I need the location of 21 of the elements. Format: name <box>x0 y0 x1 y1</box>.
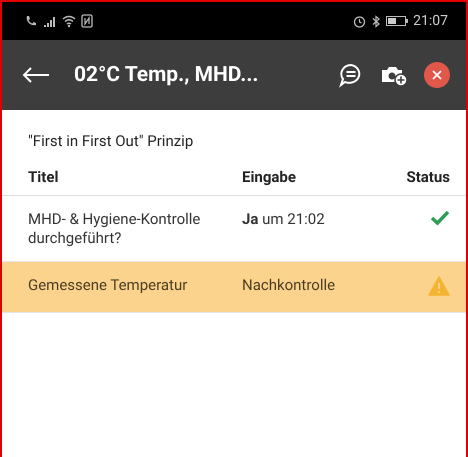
alarm-icon <box>353 14 366 28</box>
table-cell-text: Nachkontrolle <box>242 276 336 296</box>
table-cell-text: Gemessene Temperatur <box>28 276 188 296</box>
column-header: Eingabe <box>242 168 297 187</box>
table-cell-text: MHD- & Hygiene-Kontrolle durchgeführt? <box>28 210 202 248</box>
wifi-icon <box>62 14 76 28</box>
back-arrow-icon <box>22 66 50 84</box>
nfc-icon <box>81 14 93 28</box>
status-time: 21:07 <box>413 13 448 29</box>
close-icon <box>424 62 450 88</box>
signal-icon <box>43 14 57 28</box>
bluetooth-icon <box>371 14 382 28</box>
table-cell-text: Ja um 21:02 <box>242 210 326 230</box>
window-title: 02°C Temp., MHD... <box>74 63 260 87</box>
battery-icon <box>386 15 408 27</box>
section-subtitle: "First in First Out" Prinzip <box>27 132 194 150</box>
close-button[interactable] <box>422 60 452 90</box>
column-header: Titel <box>28 168 60 187</box>
table-row[interactable]: Gemessene Temperatur Nachkontrolle <box>2 262 466 314</box>
column-header: Status <box>405 168 450 187</box>
phone-icon <box>24 14 38 28</box>
